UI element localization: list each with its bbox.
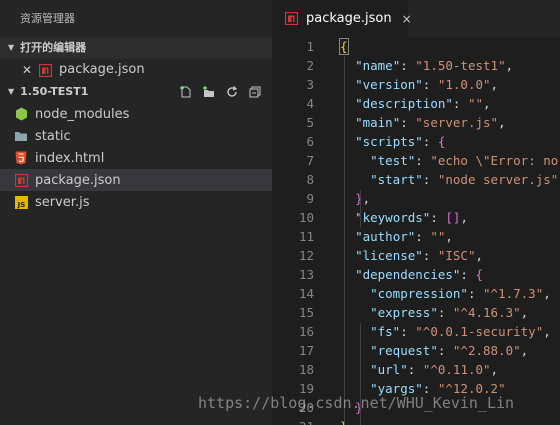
- line-source: "author": "",: [355, 229, 453, 244]
- tree-item-label: index.html: [35, 150, 105, 166]
- refresh-icon[interactable]: [225, 85, 239, 99]
- line-number: 16: [298, 324, 314, 339]
- tab-package-json[interactable]: package.json ×: [272, 0, 412, 37]
- line-source: {: [339, 38, 349, 55]
- code-line: 7 "test": "echo \"Error: no: [272, 151, 560, 170]
- chevron-down-icon: ▼: [8, 43, 15, 52]
- indent-guide: [360, 190, 361, 228]
- line-source: "fs": "^0.0.1-security",: [370, 324, 551, 339]
- line-source: "url": "^0.11.0",: [370, 362, 499, 377]
- npm-icon: [38, 63, 52, 77]
- tree-item-label: node_modules: [35, 106, 130, 122]
- tree-item-package-json[interactable]: package.json: [0, 169, 272, 191]
- line-source: },: [355, 191, 371, 206]
- collapse-all-icon[interactable]: [248, 85, 262, 99]
- line-number: 5: [306, 115, 314, 130]
- line-number: 8: [306, 172, 314, 187]
- npm-icon: [284, 12, 298, 26]
- npm-icon: [14, 173, 28, 187]
- watermark-text: https://blog.csdn.net/WHU_Kevin_Lin: [198, 394, 515, 412]
- tab-bar: package.json ×: [272, 0, 560, 37]
- line-number: 15: [298, 305, 314, 320]
- tree-item-node-modules[interactable]: node_modules: [0, 103, 272, 125]
- explorer-sidebar: 资源管理器 ▼ 打开的编辑器 ✕ package.json ▼ 1.50-TES…: [0, 0, 272, 425]
- code-line: 3 "version": "1.0.0",: [272, 75, 560, 94]
- node-folder-icon: [14, 107, 28, 121]
- close-icon[interactable]: ✕: [22, 59, 34, 81]
- open-editors-header[interactable]: ▼ 打开的编辑器: [0, 37, 272, 59]
- line-source: "version": "1.0.0",: [355, 77, 499, 92]
- code-line: 18 "url": "^0.11.0",: [272, 360, 560, 379]
- code-line: 2 "name": "1.50-test1",: [272, 56, 560, 75]
- line-number: 6: [306, 134, 314, 149]
- line-number: 18: [298, 362, 314, 377]
- line-number: 17: [298, 343, 314, 358]
- line-source: "compression": "^1.7.3",: [370, 286, 551, 301]
- project-header[interactable]: ▼ 1.50-TEST1: [0, 81, 272, 103]
- line-number: 1: [306, 39, 314, 54]
- line-source: "keywords": [],: [355, 210, 468, 225]
- tree-item-label: package.json: [35, 172, 121, 188]
- html5-icon: [14, 151, 28, 165]
- line-source: "description": "",: [355, 96, 491, 111]
- line-source: "request": "^2.88.0",: [370, 343, 529, 358]
- line-number: 10: [298, 210, 314, 225]
- tree-item-label: static: [35, 128, 71, 144]
- tree-item-label: server.js: [35, 194, 90, 210]
- svg-text:JS: JS: [16, 201, 25, 209]
- code-editor[interactable]: 1{2 "name": "1.50-test1", 3 "version": "1…: [272, 37, 560, 425]
- line-source: "express": "^4.16.3",: [370, 305, 529, 320]
- line-number: 4: [306, 96, 314, 111]
- line-number: 13: [298, 267, 314, 282]
- code-line: 21}: [272, 417, 560, 425]
- line-source: "start": "node server.js": [370, 172, 559, 187]
- code-line: 17 "request": "^2.88.0",: [272, 341, 560, 360]
- folder-icon: [14, 129, 28, 143]
- code-line: 6 "scripts": {: [272, 132, 560, 151]
- open-editors-label: 打开的编辑器: [20, 41, 87, 54]
- new-folder-icon[interactable]: [202, 85, 216, 99]
- code-line: 1{: [272, 37, 560, 56]
- code-line: 9 },: [272, 189, 560, 208]
- line-source: "license": "ISC",: [355, 248, 484, 263]
- indent-guide: [344, 56, 345, 425]
- project-label: 1.50-TEST1: [20, 85, 89, 98]
- explorer-title: 资源管理器: [20, 12, 75, 25]
- code-line: 15 "express": "^4.16.3",: [272, 303, 560, 322]
- code-line: 5 "main": "server.js",: [272, 113, 560, 132]
- code-line: 14 "compression": "^1.7.3",: [272, 284, 560, 303]
- open-editor-label: package.json: [59, 62, 145, 77]
- line-source: "test": "echo \"Error: no: [370, 153, 559, 168]
- code-line: 4 "description": "",: [272, 94, 560, 113]
- line-number: 7: [306, 153, 314, 168]
- code-line: 11 "author": "",: [272, 227, 560, 246]
- code-line: 16 "fs": "^0.0.1-security",: [272, 322, 560, 341]
- tree-item-static[interactable]: static: [0, 125, 272, 147]
- js-icon: JS: [14, 195, 28, 209]
- line-number: 3: [306, 77, 314, 92]
- line-number: 11: [298, 229, 314, 244]
- project-actions: [179, 85, 262, 99]
- code-line: 12 "license": "ISC",: [272, 246, 560, 265]
- line-source: }: [314, 417, 348, 425]
- line-number: 9: [306, 191, 314, 206]
- code-line: 10 "keywords": [],: [272, 208, 560, 227]
- code-line: 13 "dependencies": {: [272, 265, 560, 284]
- line-number: 14: [298, 286, 314, 301]
- code-line: 8 "start": "node server.js": [272, 170, 560, 189]
- line-source: "dependencies": {: [355, 267, 484, 282]
- open-editor-item[interactable]: ✕ package.json: [0, 59, 272, 81]
- line-source: "main": "server.js",: [355, 115, 506, 130]
- tree-item-server-js[interactable]: JS server.js: [0, 191, 272, 213]
- new-file-icon[interactable]: [179, 85, 193, 99]
- tab-label: package.json: [306, 11, 392, 26]
- line-number: 2: [306, 58, 314, 73]
- line-source: "scripts": {: [355, 134, 446, 149]
- tree-item-index-html[interactable]: index.html: [0, 147, 272, 169]
- chevron-down-icon: ▼: [8, 87, 15, 96]
- editor-pane: package.json × 1{2 "name": "1.50-test1",…: [272, 0, 560, 425]
- close-icon[interactable]: ×: [402, 12, 412, 26]
- line-number: 12: [298, 248, 314, 263]
- line-number: 21: [272, 417, 314, 425]
